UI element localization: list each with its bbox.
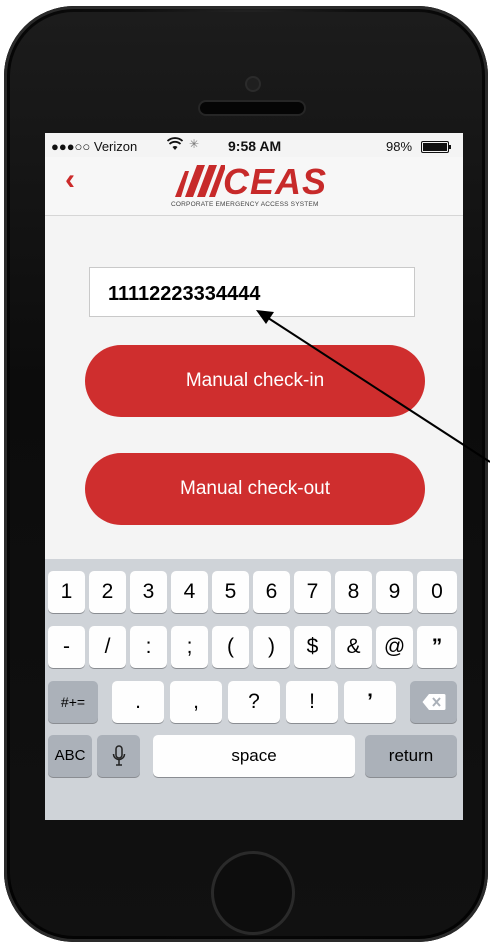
key-7[interactable]: 7 <box>294 571 331 613</box>
key-9[interactable]: 9 <box>376 571 413 613</box>
key-ampersand[interactable]: & <box>335 626 372 668</box>
key-abc[interactable]: ABC <box>48 735 92 777</box>
earpiece-speaker <box>200 102 304 114</box>
key-quote[interactable]: ” <box>417 626 457 668</box>
main-content: 11112223334444 Manual check-in Manual ch… <box>45 216 463 558</box>
key-period[interactable]: . <box>112 681 164 723</box>
back-chevron-icon[interactable]: ‹ <box>65 163 75 197</box>
key-6[interactable]: 6 <box>253 571 290 613</box>
numeric-keyboard: 1 2 3 4 5 6 7 8 9 0 - / : ; ( ) $ & @ ” … <box>45 559 463 820</box>
key-question[interactable]: ? <box>228 681 280 723</box>
manual-checkin-button[interactable]: Manual check-in <box>85 345 425 417</box>
key-comma[interactable]: , <box>170 681 222 723</box>
key-slash[interactable]: / <box>89 626 126 668</box>
key-exclamation[interactable]: ! <box>286 681 338 723</box>
key-1[interactable]: 1 <box>48 571 85 613</box>
home-button[interactable] <box>214 854 292 932</box>
manual-checkout-button[interactable]: Manual check-out <box>85 453 425 525</box>
logo-tagline: CORPORATE EMERGENCY ACCESS SYSTEM <box>171 201 319 208</box>
key-0[interactable]: 0 <box>417 571 457 613</box>
key-4[interactable]: 4 <box>171 571 208 613</box>
clock: 9:58 AM <box>228 138 282 154</box>
ceas-logo: CEAS CORPORATE EMERGENCY ACCESS SYSTEM <box>171 161 351 209</box>
nav-bar: ‹ CEAS CORPORATE EMERGENCY ACCESS SYSTEM <box>45 157 463 216</box>
logo-wordmark: CEAS <box>223 161 328 202</box>
key-at[interactable]: @ <box>376 626 413 668</box>
key-colon[interactable]: : <box>130 626 167 668</box>
spinner-icon: ✳ <box>189 137 200 151</box>
key-semicolon[interactable]: ; <box>171 626 208 668</box>
key-8[interactable]: 8 <box>335 571 372 613</box>
logo-stripes-icon <box>175 165 225 197</box>
key-space[interactable]: space <box>153 735 355 777</box>
carrier-label: ●●●○○ Verizon <box>51 139 138 154</box>
backspace-icon[interactable] <box>410 681 457 723</box>
key-dollar[interactable]: $ <box>294 626 331 668</box>
front-camera <box>247 78 259 90</box>
access-code-input[interactable]: 11112223334444 <box>89 267 415 317</box>
key-apostrophe[interactable]: ’ <box>344 681 396 723</box>
key-hyphen[interactable]: - <box>48 626 85 668</box>
key-symbols-toggle[interactable]: #+= <box>48 681 98 723</box>
key-close-paren[interactable]: ) <box>253 626 290 668</box>
battery-percent: 98% <box>386 139 413 154</box>
wifi-icon <box>166 137 184 154</box>
app-screen: ●●●○○ Verizon ✳ 9:58 AM 98% ‹ CEAS CORPO… <box>45 133 463 820</box>
key-2[interactable]: 2 <box>89 571 126 613</box>
key-3[interactable]: 3 <box>130 571 167 613</box>
status-bar: ●●●○○ Verizon ✳ 9:58 AM 98% <box>45 133 463 159</box>
microphone-icon[interactable] <box>97 735 140 777</box>
key-5[interactable]: 5 <box>212 571 249 613</box>
key-return[interactable]: return <box>365 735 457 777</box>
battery-icon <box>421 141 451 153</box>
key-open-paren[interactable]: ( <box>212 626 249 668</box>
